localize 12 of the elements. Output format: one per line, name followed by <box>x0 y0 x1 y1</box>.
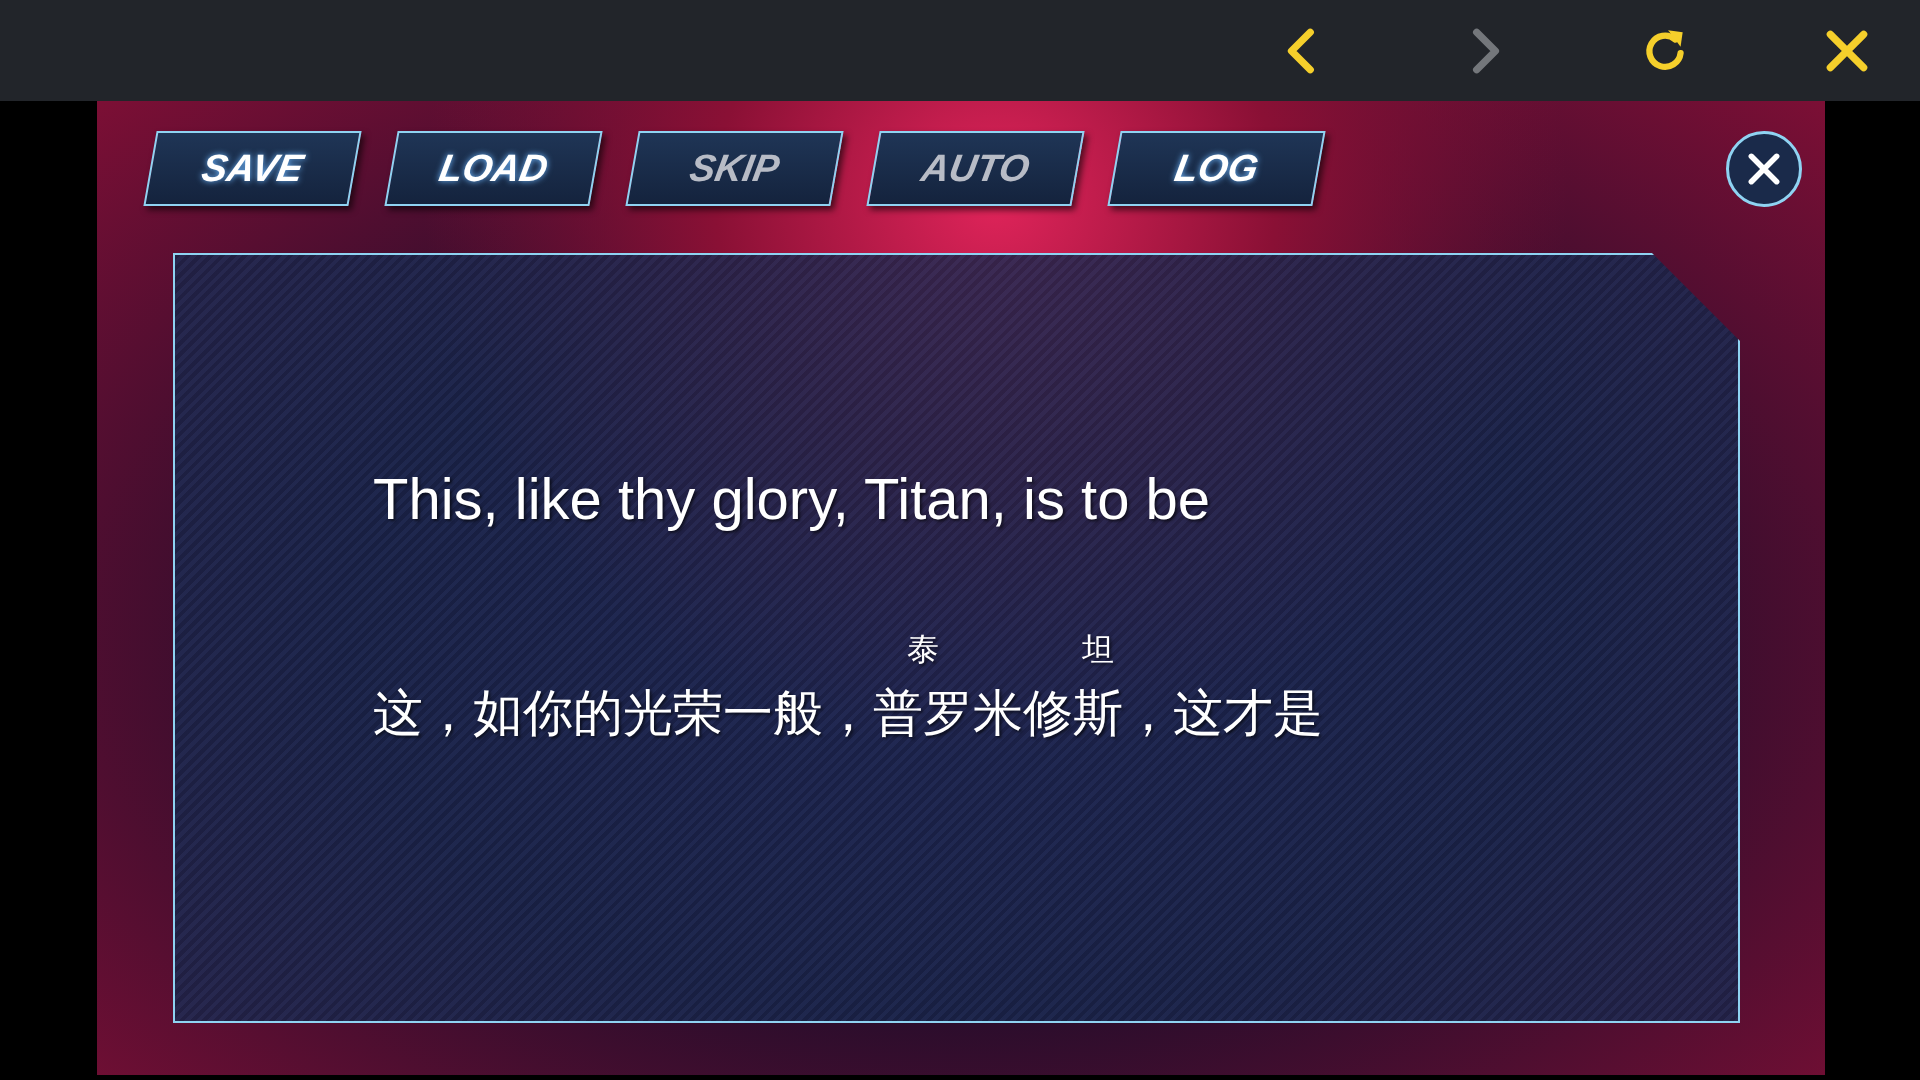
close-icon <box>1745 150 1783 188</box>
subtitle-text: 这，如你的光荣一般， <box>373 683 873 744</box>
ruby-annotation: 泰 <box>907 629 939 670</box>
menu-button[interactable]: LOG <box>1107 131 1326 206</box>
subtitle-text: ，这才是 <box>1123 683 1323 744</box>
subtitle-text: This, like thy glory, Titan, is to be <box>373 465 1212 532</box>
menu-button[interactable]: SAVE <box>143 131 362 206</box>
menu-button[interactable]: LOAD <box>384 131 603 206</box>
ruby-annotation: 坦 <box>1082 629 1114 670</box>
subtitle-text: 普罗 <box>873 683 973 744</box>
subtitle-text: 斯 <box>1073 683 1123 744</box>
subtitle-text: 米修 <box>973 683 1073 744</box>
